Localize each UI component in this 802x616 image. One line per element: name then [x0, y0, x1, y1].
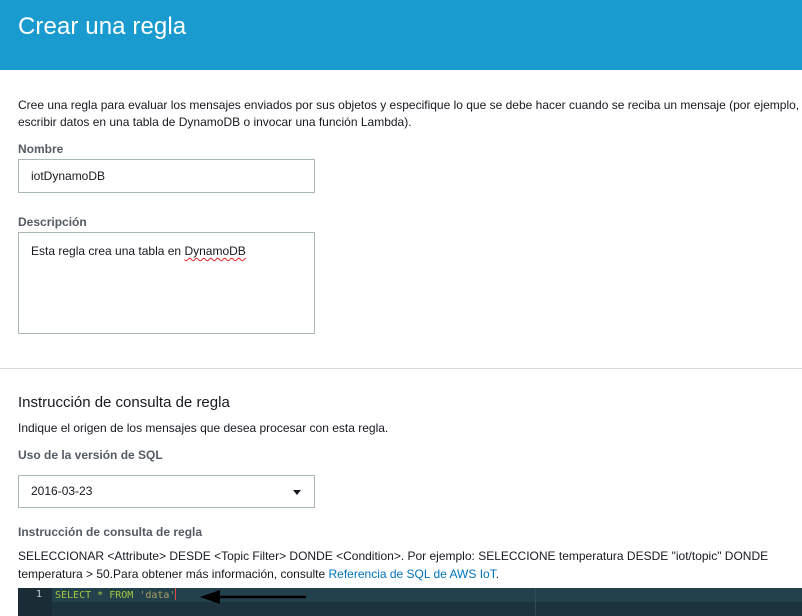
text-cursor — [175, 588, 177, 600]
sql-reference-link[interactable]: Referencia de SQL de AWS IoT — [329, 567, 496, 581]
line-number: 1 — [35, 589, 42, 600]
sql-version-value: 2016-03-23 — [31, 484, 93, 498]
query-section-subtitle: Indique el origen de los mensajes que de… — [18, 421, 389, 435]
name-label: Nombre — [18, 142, 64, 156]
page-header: Crear una regla — [0, 0, 802, 70]
sql-version-label: Uso de la versión de SQL — [18, 448, 163, 462]
sql-code-line[interactable]: SELECT * FROM 'data' — [55, 588, 177, 603]
sql-editor[interactable]: 1 SELECT * FROM 'data' — [18, 588, 802, 616]
description-text: Esta regla crea una tabla en — [31, 244, 185, 258]
query-help-text: SELECCIONAR <Attribute> DESDE <Topic Fil… — [18, 547, 798, 583]
description-textarea[interactable]: Esta regla crea una tabla en DynamoDB — [18, 232, 315, 334]
intro-text: Cree una regla para evaluar los mensajes… — [18, 98, 800, 129]
description-spellcheck-word: DynamoDB — [184, 244, 246, 258]
name-input[interactable]: iotDynamoDB — [18, 159, 315, 193]
description-label: Descripción — [18, 215, 87, 229]
editor-gutter: 1 — [18, 588, 52, 616]
page-title: Crear una regla — [18, 13, 187, 40]
sql-version-select[interactable]: 2016-03-23 — [18, 475, 315, 508]
section-divider — [0, 368, 802, 369]
arrow-left-icon — [200, 590, 306, 604]
sql-keyword-select: SELECT — [55, 590, 92, 601]
caret-down-icon — [293, 490, 301, 495]
help-text-end: . — [495, 567, 500, 581]
sql-star: * — [91, 590, 110, 601]
query-label: Instrucción de consulta de regla — [18, 525, 203, 539]
sql-string-literal: 'data' — [139, 590, 176, 601]
sql-keyword-from: FROM — [109, 590, 134, 601]
print-margin — [535, 588, 536, 616]
query-section-title: Instrucción de consulta de regla — [18, 394, 230, 411]
